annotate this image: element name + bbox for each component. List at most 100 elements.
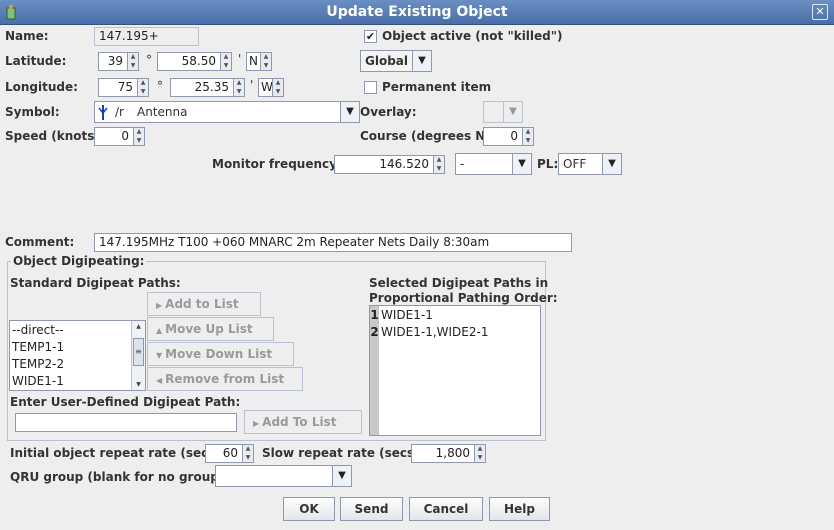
scope-value: Global: [365, 54, 409, 68]
symbol-dropdown[interactable]: /r Antenna ▼: [94, 101, 360, 123]
scroll-down-icon[interactable]: ▼: [132, 379, 145, 390]
longitude-label: Longitude:: [5, 80, 78, 94]
move-down-label: Move Down List: [165, 347, 273, 361]
list-item[interactable]: TEMP2-2: [10, 356, 145, 373]
user-defined-path-input[interactable]: [15, 413, 237, 432]
close-icon[interactable]: ✕: [812, 4, 828, 20]
longitude-hemisphere-spinner[interactable]: ▲ ▼: [273, 78, 284, 97]
row-number: 2: [370, 325, 379, 339]
down-arrow-icon: ▼: [156, 351, 163, 360]
offset-value: -: [460, 157, 465, 171]
monitor-frequency-input[interactable]: 146.520: [334, 155, 434, 174]
initial-repeat-label: Initial object repeat rate (secs):: [10, 446, 226, 460]
table-row[interactable]: 1 WIDE1-1: [370, 307, 433, 324]
chevron-down-icon: ▼: [512, 154, 531, 174]
table-row[interactable]: 2 WIDE1-1,WIDE2-1: [370, 324, 488, 341]
move-down-button[interactable]: ▼ Move Down List: [147, 342, 294, 366]
monitor-frequency-label: Monitor frequency:: [212, 157, 342, 171]
slow-repeat-spinner[interactable]: ▲ ▼: [475, 444, 486, 463]
ok-button[interactable]: OK: [283, 497, 335, 521]
play-icon: ▶: [156, 301, 163, 310]
symbol-code: /r: [115, 105, 124, 119]
latitude-label: Latitude:: [5, 54, 67, 68]
permanent-label: Permanent item: [382, 80, 492, 94]
row-number: 1: [370, 308, 379, 322]
chevron-down-icon: ▼: [602, 154, 621, 174]
object-active-checkbox[interactable]: ✔: [364, 30, 377, 43]
chevron-down-icon: ▼: [340, 102, 359, 122]
symbol-name: Antenna: [137, 105, 188, 119]
scope-dropdown[interactable]: Global ▼: [360, 50, 432, 72]
help-button[interactable]: Help: [489, 497, 550, 521]
overlay-dropdown[interactable]: ▼: [483, 101, 523, 123]
add-to-list-2-label: Add To List: [262, 415, 337, 429]
move-up-button[interactable]: ▲ Move Up List: [147, 317, 274, 341]
latitude-degrees-spinner[interactable]: ▲ ▼: [128, 52, 139, 71]
latitude-minutes-input[interactable]: 58.50: [157, 52, 221, 71]
object-active-label: Object active (not "killed"): [382, 29, 563, 43]
minute-symbol: ': [238, 52, 242, 66]
overlay-label: Overlay:: [360, 105, 417, 119]
title-bar[interactable]: Update Existing Object ✕: [0, 0, 834, 25]
row-path: WIDE1-1,WIDE2-1: [381, 325, 489, 339]
name-field: 147.195+: [94, 27, 199, 46]
add-to-list-button[interactable]: ▶ Add to List: [147, 292, 261, 316]
pl-label: PL:: [537, 157, 559, 171]
degree-symbol: °: [146, 53, 152, 67]
selected-paths-list[interactable]: 1 WIDE1-1 2 WIDE1-1,WIDE2-1: [369, 305, 541, 436]
initial-repeat-spinner[interactable]: ▲ ▼: [243, 444, 254, 463]
remove-from-list-button[interactable]: ◀ Remove from List: [147, 367, 303, 391]
qru-group-dropdown[interactable]: ▼: [215, 465, 352, 487]
chevron-down-icon: ▼: [412, 51, 431, 71]
comment-input[interactable]: 147.195MHz T100 +060 MNARC 2m Repeater N…: [94, 233, 572, 252]
standard-paths-scrollbar[interactable]: ▲ ≡ ▼: [131, 321, 145, 390]
latitude-minutes-spinner[interactable]: ▲ ▼: [221, 52, 232, 71]
degree-symbol-2: °: [157, 79, 163, 93]
course-spinner[interactable]: ▲ ▼: [523, 127, 534, 146]
selected-paths-label-1: Selected Digipeat Paths in: [369, 276, 549, 290]
longitude-minutes-input[interactable]: 25.35: [170, 78, 234, 97]
longitude-hemisphere-input[interactable]: W: [258, 78, 273, 97]
antenna-icon: [98, 105, 108, 120]
qru-group-label: QRU group (blank for no group):: [10, 470, 230, 484]
slow-repeat-label: Slow repeat rate (secs):: [262, 446, 425, 460]
standard-paths-label: Standard Digipeat Paths:: [10, 276, 181, 290]
add-to-list-2-button[interactable]: ▶ Add To List: [244, 410, 362, 434]
longitude-minutes-spinner[interactable]: ▲ ▼: [234, 78, 245, 97]
scroll-up-icon[interactable]: ▲: [132, 321, 145, 332]
initial-repeat-input[interactable]: 60: [205, 444, 243, 463]
up-arrow-icon: ▲: [156, 326, 163, 335]
slow-repeat-input[interactable]: 1,800: [411, 444, 475, 463]
latitude-hemisphere-input[interactable]: N: [246, 52, 261, 71]
symbol-label: Symbol:: [5, 105, 60, 119]
window-title: Update Existing Object: [326, 4, 508, 20]
speed-label: Speed (knots):: [5, 129, 105, 143]
longitude-degrees-input[interactable]: 75: [98, 78, 138, 97]
pl-value: OFF: [563, 157, 587, 171]
send-button[interactable]: Send: [340, 497, 403, 521]
standard-paths-list[interactable]: --direct-- TEMP1-1 TEMP2-2 WIDE1-1 ▲ ≡ ▼: [9, 320, 146, 391]
chevron-down-icon: ▼: [332, 466, 351, 486]
cancel-button[interactable]: Cancel: [409, 497, 483, 521]
offset-dropdown[interactable]: - ▼: [455, 153, 532, 175]
speed-input[interactable]: 0: [94, 127, 134, 146]
speed-spinner[interactable]: ▲ ▼: [134, 127, 145, 146]
user-defined-path-label: Enter User-Defined Digipeat Path:: [10, 395, 241, 409]
pl-dropdown[interactable]: OFF ▼: [558, 153, 622, 175]
latitude-hemisphere-spinner[interactable]: ▲ ▼: [261, 52, 272, 71]
monitor-frequency-spinner[interactable]: ▲ ▼: [434, 155, 445, 174]
left-arrow-icon: ◀: [156, 376, 163, 385]
permanent-checkbox[interactable]: [364, 81, 377, 94]
longitude-degrees-spinner[interactable]: ▲ ▼: [138, 78, 149, 97]
list-item[interactable]: WIDE1-1: [10, 373, 145, 390]
selected-paths-label-2: Proportional Pathing Order:: [369, 291, 558, 305]
list-item[interactable]: --direct--: [10, 322, 145, 339]
name-label: Name:: [5, 29, 49, 43]
course-input[interactable]: 0: [483, 127, 523, 146]
course-label: Course (degrees N):: [360, 129, 496, 143]
update-object-dialog: Update Existing Object ✕ Name: 147.195+ …: [0, 0, 834, 530]
latitude-degrees-input[interactable]: 39: [98, 52, 128, 71]
list-item[interactable]: TEMP1-1: [10, 339, 145, 356]
scroll-thumb[interactable]: ≡: [133, 338, 144, 366]
minute-symbol-2: ': [250, 78, 254, 92]
